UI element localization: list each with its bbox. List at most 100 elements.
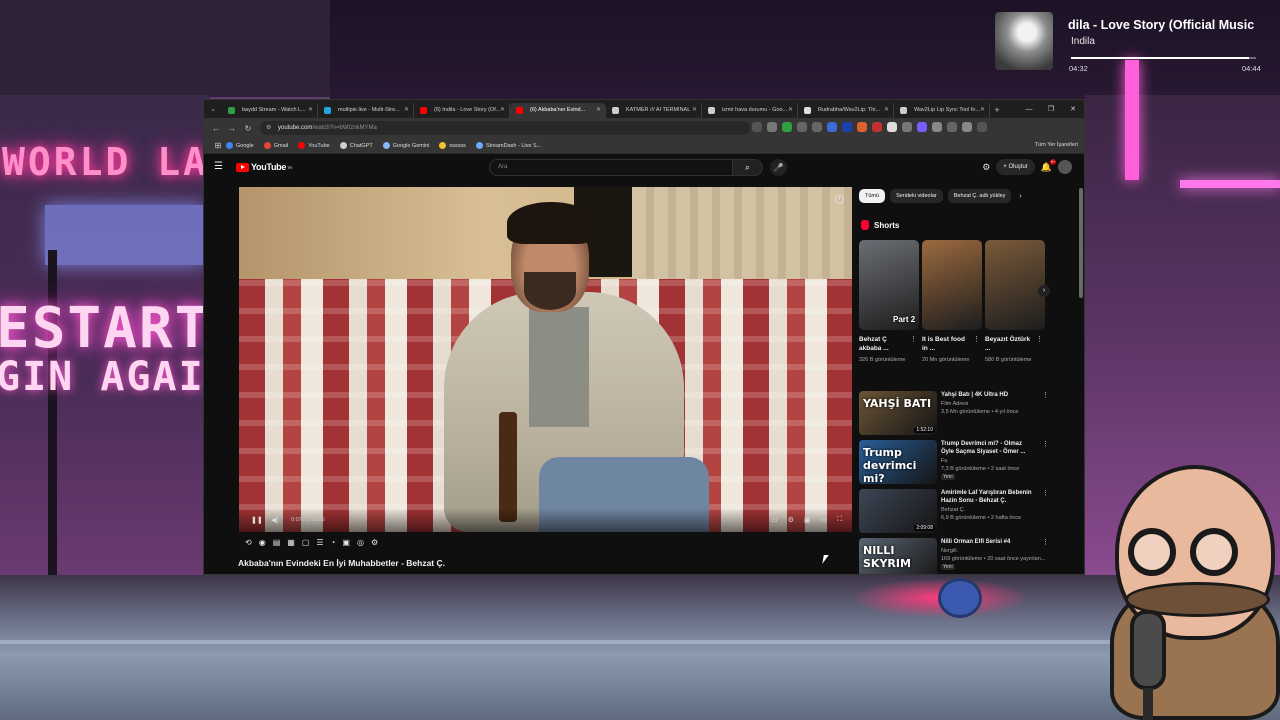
short-thumbnail[interactable] bbox=[985, 240, 1045, 330]
extension-icon[interactable] bbox=[902, 122, 912, 132]
reload-icon[interactable]: ↻ bbox=[240, 124, 256, 133]
apps-grid-icon[interactable]: ⊞ bbox=[210, 141, 226, 150]
create-button[interactable]: + Oluştur bbox=[996, 159, 1035, 175]
audio-icon[interactable]: ◉ bbox=[259, 538, 266, 547]
subtitles-icon[interactable]: ▭ bbox=[771, 516, 778, 524]
browser-tab[interactable]: Rudrabha/Wav2Lip: Thi... ✕ bbox=[798, 103, 894, 118]
short-thumbnail[interactable]: Part 2 bbox=[859, 240, 919, 330]
short-title[interactable]: Beyazıt Öztürk ... bbox=[985, 335, 1033, 353]
filter-icon[interactable]: ▤ bbox=[273, 538, 281, 547]
more-options-icon[interactable]: ⋮ bbox=[1042, 440, 1049, 448]
channel-name[interactable]: Behzat Ç. bbox=[941, 507, 965, 513]
browser-tab[interactable]: (6) Akbaba'nın Evind... ✕ bbox=[510, 103, 606, 118]
more-options-icon[interactable]: ⋮ bbox=[1042, 489, 1049, 497]
side-panel-icon[interactable] bbox=[947, 122, 957, 132]
notifications-bell-icon[interactable]: 🔔 9+ bbox=[1041, 158, 1056, 173]
scrollbar[interactable] bbox=[1079, 188, 1083, 298]
browser-tab[interactable]: (6) Indila - Love Story (Of... ✕ bbox=[414, 103, 510, 118]
close-tab-icon[interactable]: ✕ bbox=[884, 103, 889, 118]
account-avatar[interactable] bbox=[1058, 160, 1072, 174]
recommended-video[interactable]: Trump devrimci mi? Trump Devrimci mi? - O… bbox=[859, 440, 1049, 487]
video-title[interactable]: Trump Devrimci mi? - Olmaz Öyle Saçma Si… bbox=[941, 440, 1036, 456]
video-title[interactable]: Amirimle Laf Yarıştıran Bebenin Hazin So… bbox=[941, 489, 1036, 505]
close-tab-icon[interactable]: ✕ bbox=[788, 103, 793, 118]
video-thumbnail[interactable]: NILLI SKYRIM 2:23:51 bbox=[859, 538, 937, 574]
theater-mode-icon[interactable]: ▭ bbox=[820, 516, 827, 524]
short-item[interactable]: Beyazıt Öztürk ... 580 B görüntüleme ⋮ bbox=[985, 240, 1045, 364]
menu-icon[interactable]: ☰ bbox=[214, 161, 223, 172]
video-title[interactable]: Nilli Orman Elfi Serisi #4 bbox=[941, 538, 1036, 546]
short-thumbnail[interactable] bbox=[922, 240, 982, 330]
video-thumbnail[interactable]: YAHŞİ BATI 1:52:10 bbox=[859, 391, 937, 435]
browser-tab[interactable]: baydd Stream - Watch L... ✕ bbox=[222, 103, 318, 118]
browser-tab[interactable]: Wav2Lip Lip Sync Tool fo... ✕ bbox=[894, 103, 990, 118]
browser-tab[interactable]: mutlipie.live - Multi-Stre... ✕ bbox=[318, 103, 414, 118]
search-icon[interactable]: ⌕ bbox=[733, 159, 763, 176]
short-title[interactable]: It is Best food in ... bbox=[922, 335, 970, 353]
recommended-video[interactable]: 2:09:08 Amirimle Laf Yarıştıran Bebenin H… bbox=[859, 489, 1049, 536]
more-options-icon[interactable]: ⋮ bbox=[1042, 391, 1049, 399]
browser-tab[interactable]: KATMER /// AI TERMINAL ✕ bbox=[606, 103, 702, 118]
pause-icon[interactable]: ❚❚ bbox=[251, 516, 263, 524]
chip-series[interactable]: Serideki videolar bbox=[890, 189, 943, 203]
extension-icon[interactable] bbox=[827, 122, 837, 132]
more-options-icon[interactable]: ⋮ bbox=[1042, 538, 1049, 546]
extension-icon[interactable] bbox=[782, 122, 792, 132]
settings-icon[interactable]: ⚙ bbox=[788, 516, 794, 524]
channel-name[interactable]: Fu bbox=[941, 458, 947, 464]
screenshot-icon[interactable]: ◎ bbox=[357, 538, 364, 547]
bookmark-item[interactable]: StreamDash - Live S... bbox=[475, 142, 541, 149]
search-input[interactable]: Ara bbox=[489, 159, 733, 176]
maximize-icon[interactable]: ❐ bbox=[1040, 100, 1062, 118]
video-title[interactable]: Yahşi Batı | 4K Ultra HD bbox=[941, 391, 1036, 399]
site-info-icon[interactable]: ⚙ bbox=[266, 121, 271, 135]
bookmark-item[interactable]: ssssss bbox=[439, 142, 466, 149]
voice-search-icon[interactable]: 🎤 bbox=[770, 159, 787, 176]
bookmark-item[interactable]: Google bbox=[226, 142, 254, 149]
video-player[interactable]: i ❚❚ ◀) 0:07 / 1:12:06 ▭ ⚙ ▣ ▭ ⛶ bbox=[239, 187, 852, 532]
chevron-right-icon[interactable]: › bbox=[1019, 193, 1021, 200]
back-icon[interactable]: ← bbox=[208, 124, 224, 133]
bookmark-item[interactable]: ChatGPT bbox=[339, 142, 373, 149]
bookmark-star-icon[interactable] bbox=[767, 122, 777, 132]
shorts-next-icon[interactable]: › bbox=[1038, 285, 1050, 297]
all-bookmarks[interactable]: Tüm Yer İşaretleri bbox=[1035, 142, 1078, 148]
extension-icon[interactable] bbox=[797, 122, 807, 132]
cast-icon[interactable]: ⚙ bbox=[982, 162, 990, 173]
youtube-logo[interactable]: YouTube TR bbox=[236, 162, 292, 172]
install-icon[interactable] bbox=[752, 122, 762, 132]
close-tab-icon[interactable]: ✕ bbox=[404, 103, 409, 118]
miniplayer-icon[interactable]: ▣ bbox=[804, 516, 811, 524]
browser-menu-icon[interactable] bbox=[977, 122, 987, 132]
extension-icon[interactable] bbox=[812, 122, 822, 132]
recommended-video[interactable]: YAHŞİ BATI 1:52:10 Yahşi Batı | 4K Ultra H… bbox=[859, 391, 1049, 438]
more-options-icon[interactable]: ⋮ bbox=[973, 335, 980, 343]
playlist-icon[interactable]: ☰ bbox=[316, 538, 323, 547]
extension-icon[interactable] bbox=[872, 122, 882, 132]
short-title[interactable]: Behzat Ç akbaba ... bbox=[859, 335, 907, 353]
extensions-puzzle-icon[interactable] bbox=[932, 122, 942, 132]
info-icon[interactable]: i bbox=[835, 195, 844, 204]
recommended-video[interactable]: NILLI SKYRIM 2:23:51 Nilli Orman Elfi Seri… bbox=[859, 538, 1049, 574]
extension-icon[interactable] bbox=[917, 122, 927, 132]
chip-uploader[interactable]: Behzat Ç. adlı yükley bbox=[947, 189, 1012, 203]
close-window-icon[interactable]: ✕ bbox=[1062, 100, 1084, 118]
window-icon[interactable]: ▣ bbox=[342, 538, 350, 547]
loop-icon[interactable]: ⟲ bbox=[245, 538, 252, 547]
frame-icon[interactable]: ▢ bbox=[302, 538, 310, 547]
short-item[interactable]: It is Best food in ... 20 Mn görüntüleme ⋮ bbox=[922, 240, 982, 364]
close-tab-icon[interactable]: ✕ bbox=[980, 103, 985, 118]
bookmark-item[interactable]: YouTube bbox=[298, 142, 330, 149]
more-options-icon[interactable]: ⋮ bbox=[1036, 335, 1043, 343]
clip-icon[interactable]: ▦ bbox=[287, 538, 295, 547]
short-item[interactable]: Part 2 Behzat Ç akbaba ... 326 B görüntüle… bbox=[859, 240, 919, 364]
forward-icon[interactable]: → bbox=[224, 124, 240, 133]
close-tab-icon[interactable]: ✕ bbox=[500, 103, 505, 118]
browser-tab[interactable]: izmir hava durumu - Goo... ✕ bbox=[702, 103, 798, 118]
speed-icon[interactable]: ◔ bbox=[331, 538, 336, 547]
channel-name[interactable]: Nergiil. bbox=[941, 548, 958, 554]
fullscreen-icon[interactable]: ⛶ bbox=[837, 516, 842, 524]
bookmark-item[interactable]: Gmail bbox=[263, 142, 288, 149]
chip-all[interactable]: Tümü bbox=[859, 189, 886, 203]
more-options-icon[interactable]: ⋮ bbox=[910, 335, 917, 343]
